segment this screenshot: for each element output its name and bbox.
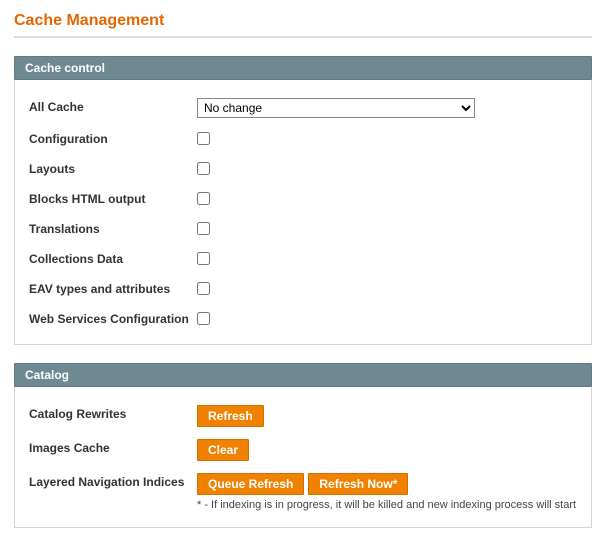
web-services-checkbox[interactable]: [197, 312, 210, 325]
cache-control-section: Cache control All Cache No change Config…: [14, 56, 592, 345]
images-cache-label: Images Cache: [29, 439, 197, 455]
cache-control-header: Cache control: [14, 56, 592, 80]
cache-item-label: Web Services Configuration: [29, 310, 197, 326]
catalog-body: Catalog Rewrites Refresh Images Cache Cl…: [14, 387, 592, 528]
cache-item-row: Configuration: [29, 124, 577, 154]
cache-item-row: Layouts: [29, 154, 577, 184]
cache-item-row: Web Services Configuration: [29, 304, 577, 334]
cache-item-label: Collections Data: [29, 250, 197, 266]
cache-item-row: EAV types and attributes: [29, 274, 577, 304]
cache-control-body: All Cache No change Configuration Layout…: [14, 80, 592, 345]
eav-types-checkbox[interactable]: [197, 282, 210, 295]
refresh-now-button[interactable]: Refresh Now*: [308, 473, 408, 495]
configuration-checkbox[interactable]: [197, 132, 210, 145]
layouts-checkbox[interactable]: [197, 162, 210, 175]
page-title: Cache Management: [14, 12, 592, 30]
cache-item-row: Blocks HTML output: [29, 184, 577, 214]
layered-nav-note: * - If indexing is in progress, it will …: [197, 499, 577, 511]
all-cache-row: All Cache No change: [29, 92, 577, 124]
layered-nav-label: Layered Navigation Indices: [29, 473, 197, 489]
cache-item-label: Blocks HTML output: [29, 190, 197, 206]
all-cache-select[interactable]: No change: [197, 98, 475, 118]
clear-button[interactable]: Clear: [197, 439, 249, 461]
cache-item-label: Configuration: [29, 130, 197, 146]
catalog-rewrites-label: Catalog Rewrites: [29, 405, 197, 421]
cache-item-row: Collections Data: [29, 244, 577, 274]
queue-refresh-button[interactable]: Queue Refresh: [197, 473, 304, 495]
catalog-header: Catalog: [14, 363, 592, 387]
cache-item-row: Translations: [29, 214, 577, 244]
divider: [14, 36, 592, 38]
collections-data-checkbox[interactable]: [197, 252, 210, 265]
cache-item-label: Translations: [29, 220, 197, 236]
cache-item-label: Layouts: [29, 160, 197, 176]
catalog-rewrites-row: Catalog Rewrites Refresh: [29, 399, 577, 433]
layered-nav-row: Layered Navigation Indices Queue Refresh…: [29, 467, 577, 517]
blocks-html-checkbox[interactable]: [197, 192, 210, 205]
refresh-button[interactable]: Refresh: [197, 405, 264, 427]
cache-item-label: EAV types and attributes: [29, 280, 197, 296]
translations-checkbox[interactable]: [197, 222, 210, 235]
all-cache-label: All Cache: [29, 98, 197, 114]
catalog-section: Catalog Catalog Rewrites Refresh Images …: [14, 363, 592, 528]
images-cache-row: Images Cache Clear: [29, 433, 577, 467]
